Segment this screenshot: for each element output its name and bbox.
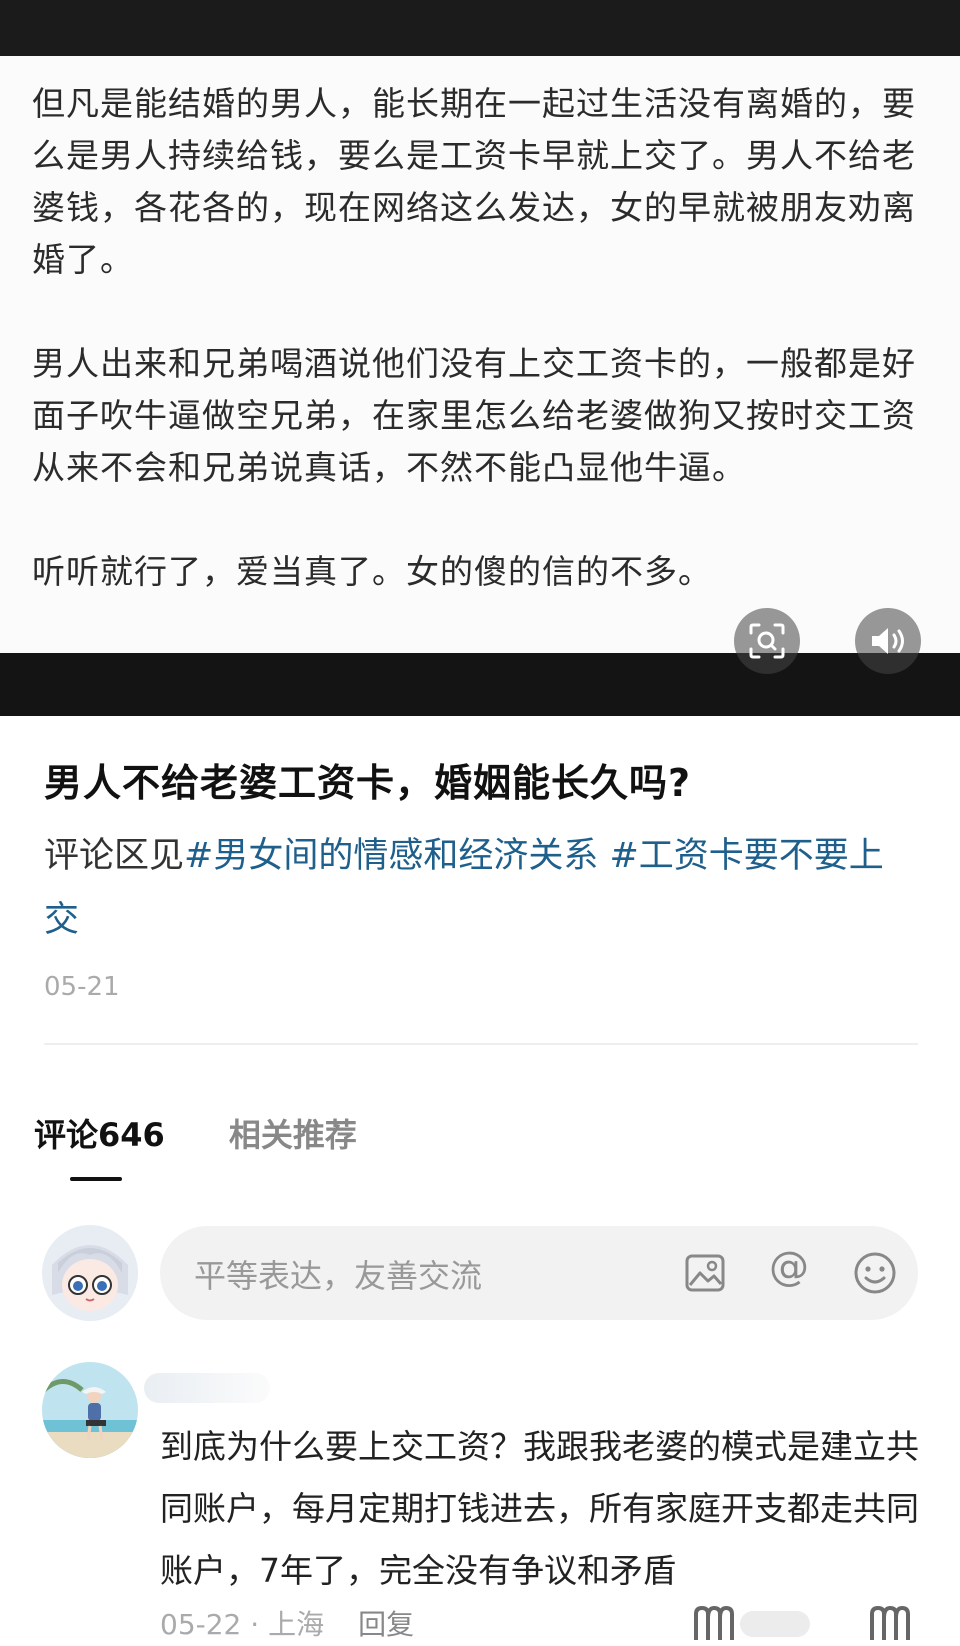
at-icon[interactable]: @ bbox=[766, 1244, 812, 1290]
image-paragraph: 听听就行了，爱当真了。女的傻的信的不多。 bbox=[32, 552, 712, 591]
hashtag-link[interactable]: #男女间的情感和经济关系 bbox=[184, 836, 598, 876]
commenter-name-redacted bbox=[144, 1373, 270, 1403]
commenter-avatar[interactable] bbox=[42, 1362, 138, 1458]
image-icon[interactable] bbox=[682, 1250, 728, 1296]
image-paragraph: 但凡是能结婚的男人，能长期在一起过生活没有离婚的，要么是男人持续给钱，要么是工资… bbox=[32, 84, 916, 279]
reply-button[interactable]: 回复 bbox=[358, 1603, 414, 1643]
post-title: 男人不给老婆工资卡，婚姻能长久吗? bbox=[44, 761, 692, 805]
tab-comments[interactable]: 评论646 bbox=[34, 1110, 165, 1160]
image-paragraph: 男人出来和兄弟喝酒说他们没有上交工资卡的，一般都是好面子吹牛逼做空兄弟，在家里怎… bbox=[32, 344, 916, 487]
watermark-logo-icon bbox=[870, 1605, 910, 1640]
image-text-body: 但凡是能结婚的男人，能长期在一起过生活没有离婚的，要么是男人持续给钱，要么是工资… bbox=[32, 78, 922, 598]
active-tab-indicator bbox=[70, 1177, 122, 1181]
divider bbox=[44, 1043, 918, 1045]
speaker-icon bbox=[868, 623, 908, 659]
image-search-icon bbox=[748, 622, 786, 660]
watermark-text-redacted bbox=[740, 1611, 810, 1637]
comment-date-location: 05-22 · 上海 bbox=[160, 1608, 325, 1641]
emoji-icon[interactable] bbox=[852, 1250, 898, 1296]
image-top-band bbox=[0, 0, 960, 56]
tab-bar: 评论646 相关推荐 bbox=[34, 1110, 357, 1160]
watermark-logo bbox=[868, 1602, 912, 1646]
image-text-screenshot: 但凡是能结婚的男人，能长期在一起过生活没有离婚的，要么是男人持续给钱，要么是工资… bbox=[0, 56, 960, 653]
post-description-text: 评论区见 bbox=[44, 836, 185, 876]
post-image[interactable]: 但凡是能结婚的男人，能长期在一起过生活没有离婚的，要么是男人持续给钱，要么是工资… bbox=[0, 0, 960, 716]
comment-input[interactable]: 平等表达，友善交流 @ bbox=[160, 1226, 918, 1320]
comment-input-placeholder: 平等表达，友善交流 bbox=[194, 1257, 483, 1295]
comment-text: 到底为什么要上交工资？我跟我老婆的模式是建立共同账户，每月定期打钱进去，所有家庭… bbox=[160, 1427, 919, 1590]
comment-meta: 05-22 · 上海 回复 bbox=[160, 1603, 414, 1643]
image-bottom-band bbox=[0, 653, 960, 716]
post-date: 05-21 bbox=[44, 972, 120, 1002]
my-avatar[interactable] bbox=[42, 1225, 138, 1321]
post-description: 评论区见#男女间的情感和经济关系 #工资卡要不要上交 bbox=[44, 824, 914, 952]
tab-related[interactable]: 相关推荐 bbox=[229, 1110, 357, 1160]
sound-button[interactable] bbox=[855, 608, 921, 674]
image-search-button[interactable] bbox=[734, 608, 800, 674]
watermark-logo bbox=[692, 1602, 810, 1646]
watermark-logo-icon bbox=[694, 1605, 734, 1640]
